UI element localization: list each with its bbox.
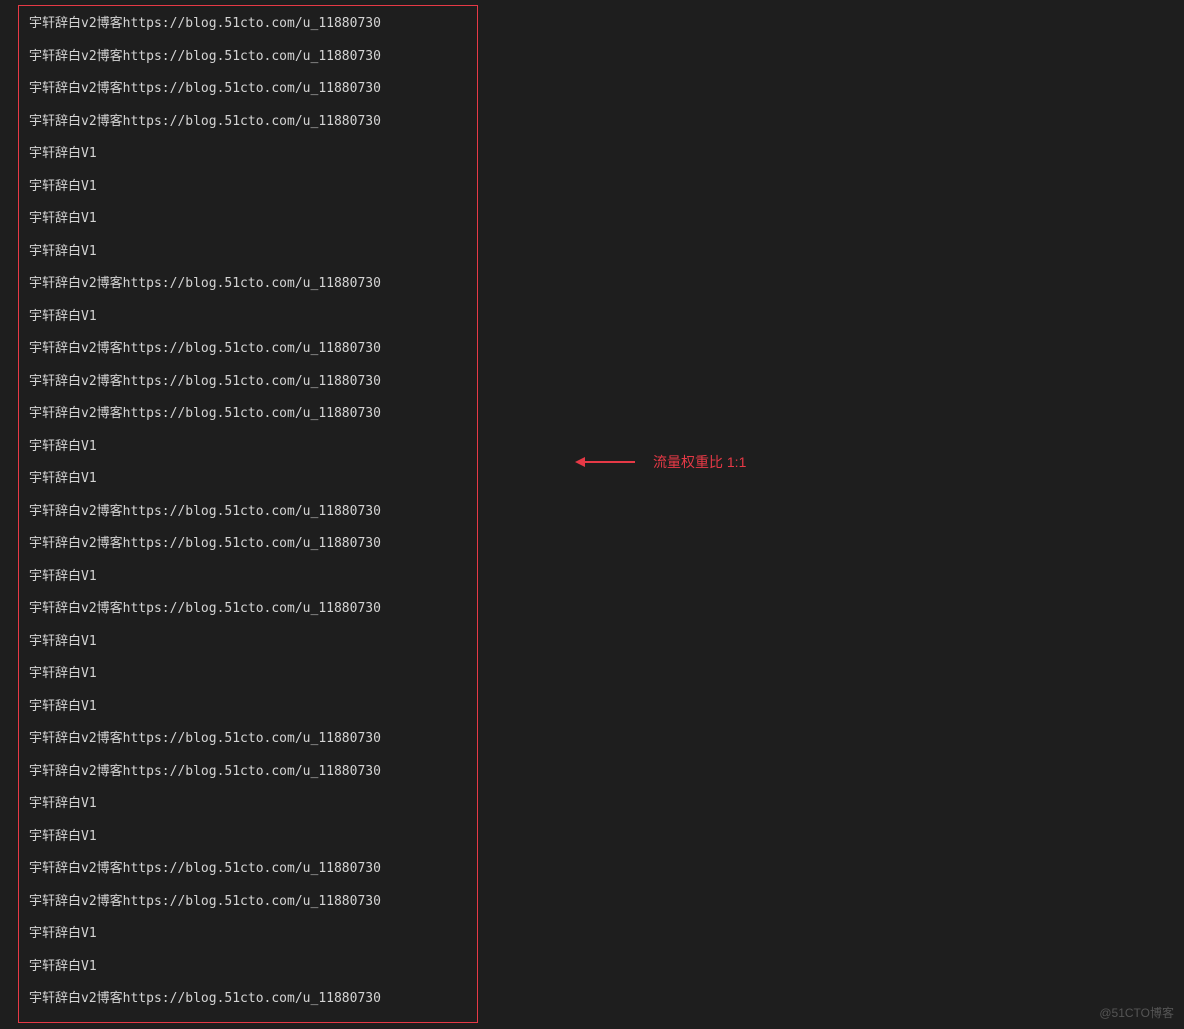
- watermark-text: @51CTO博客: [1099, 1004, 1174, 1021]
- annotation-text: 流量权重比 1:1: [653, 452, 746, 472]
- terminal-line: 宇轩辞白v2博客https://blog.51cto.com/u_1188073…: [29, 112, 467, 132]
- terminal-line: 宇轩辞白V1: [29, 924, 467, 944]
- terminal-line: 宇轩辞白v2博客https://blog.51cto.com/u_1188073…: [29, 372, 467, 392]
- terminal-line: 宇轩辞白V1: [29, 697, 467, 717]
- terminal-line: 宇轩辞白v2博客https://blog.51cto.com/u_1188073…: [29, 79, 467, 99]
- terminal-line: 宇轩辞白v2博客https://blog.51cto.com/u_1188073…: [29, 404, 467, 424]
- terminal-line: 宇轩辞白V1: [29, 567, 467, 587]
- terminal-line: 宇轩辞白v2博客https://blog.51cto.com/u_1188073…: [29, 14, 467, 34]
- annotation-label: 流量权重比 1:1: [575, 452, 746, 472]
- terminal-line: 宇轩辞白v2博客https://blog.51cto.com/u_1188073…: [29, 47, 467, 67]
- terminal-line: 宇轩辞白v2博客https://blog.51cto.com/u_1188073…: [29, 534, 467, 554]
- terminal-line: 宇轩辞白V1: [29, 209, 467, 229]
- terminal-line: 宇轩辞白V1: [29, 437, 467, 457]
- terminal-line: 宇轩辞白v2博客https://blog.51cto.com/u_1188073…: [29, 859, 467, 879]
- terminal-line: 宇轩辞白V1: [29, 632, 467, 652]
- terminal-line: 宇轩辞白V1: [29, 469, 467, 489]
- terminal-line: 宇轩辞白V1: [29, 957, 467, 977]
- terminal-line: 宇轩辞白V1: [29, 242, 467, 262]
- terminal-line: 宇轩辞白V1: [29, 827, 467, 847]
- terminal-line: 宇轩辞白v2博客https://blog.51cto.com/u_1188073…: [29, 989, 467, 1009]
- terminal-line: 宇轩辞白V1: [29, 144, 467, 164]
- terminal-line: 宇轩辞白v2博客https://blog.51cto.com/u_1188073…: [29, 729, 467, 749]
- terminal-line: 宇轩辞白v2博客https://blog.51cto.com/u_1188073…: [29, 339, 467, 359]
- terminal-line: 宇轩辞白v2博客https://blog.51cto.com/u_1188073…: [29, 762, 467, 782]
- terminal-output-box: 宇轩辞白v2博客https://blog.51cto.com/u_1188073…: [18, 5, 478, 1023]
- terminal-line: 宇轩辞白V1: [29, 307, 467, 327]
- arrow-left-icon: [575, 457, 635, 467]
- terminal-line: 宇轩辞白v2博客https://blog.51cto.com/u_1188073…: [29, 599, 467, 619]
- terminal-line: 宇轩辞白V1: [29, 177, 467, 197]
- terminal-line: 宇轩辞白v2博客https://blog.51cto.com/u_1188073…: [29, 274, 467, 294]
- terminal-line: 宇轩辞白v2博客https://blog.51cto.com/u_1188073…: [29, 502, 467, 522]
- terminal-line: 宇轩辞白v2博客https://blog.51cto.com/u_1188073…: [29, 892, 467, 912]
- terminal-line: 宇轩辞白V1: [29, 794, 467, 814]
- terminal-line: 宇轩辞白V1: [29, 664, 467, 684]
